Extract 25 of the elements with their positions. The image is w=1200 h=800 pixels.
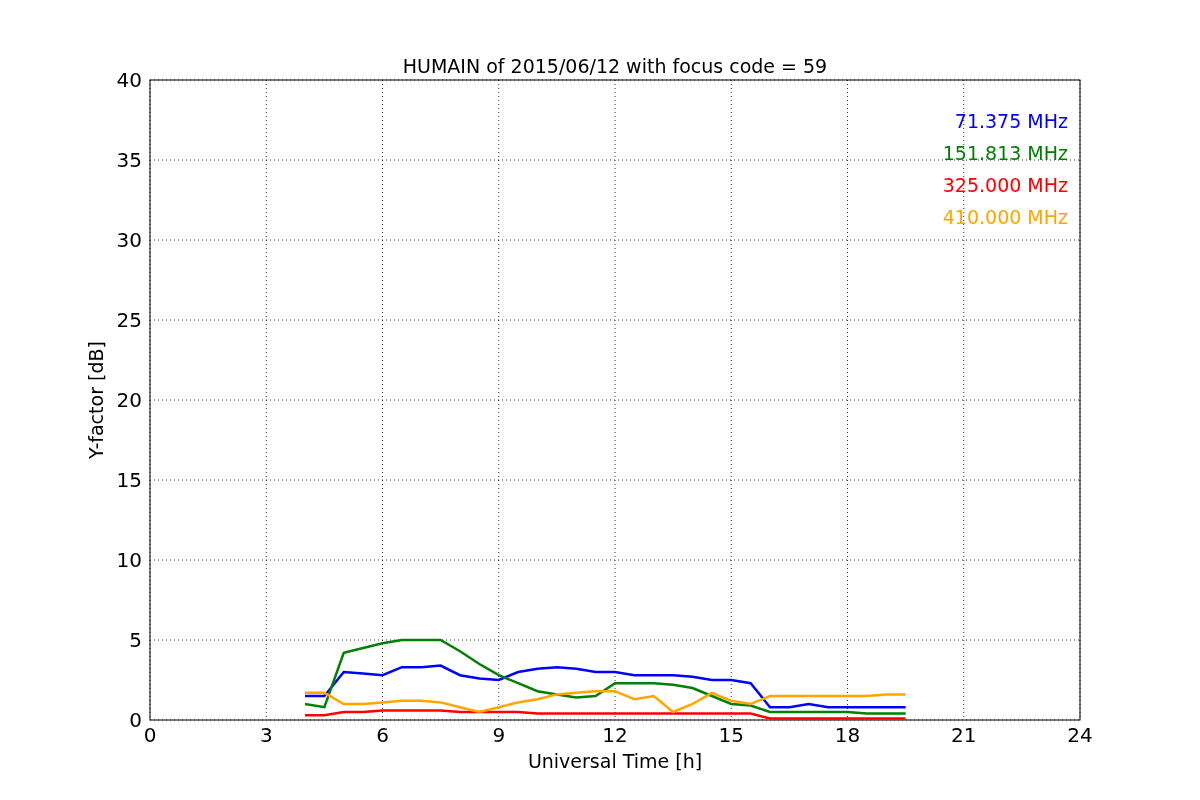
y-tick-label: 15 <box>116 468 142 492</box>
x-axis-label: Universal Time [h] <box>527 750 703 772</box>
x-tick-label: 6 <box>376 723 389 747</box>
x-tick-label: 9 <box>492 723 506 747</box>
x-tick-label: 12 <box>602 723 628 747</box>
legend-label: 71.375 MHz <box>954 110 1068 132</box>
x-tick-label: 15 <box>718 723 744 747</box>
x-tick-label: 24 <box>1067 723 1093 747</box>
y-tick-label: 10 <box>116 548 142 572</box>
y-tick-label: 30 <box>116 228 142 252</box>
y-tick-label: 0 <box>129 708 142 732</box>
legend-label: 151.813 MHz <box>942 142 1068 164</box>
x-tick-label: 21 <box>951 723 977 747</box>
x-tick-label: 18 <box>834 723 861 747</box>
x-tick-label: 0 <box>143 723 157 747</box>
legend-label: 325.000 MHz <box>942 174 1068 196</box>
x-tick-label: 3 <box>259 723 273 747</box>
y-axis-label: Y-factor [dB] <box>85 341 107 459</box>
legend-label: 410.000 MHz <box>942 206 1068 228</box>
y-tick-label: 35 <box>116 148 142 172</box>
y-tick-label: 5 <box>129 628 142 652</box>
chart-title: HUMAIN of 2015/06/12 with focus code = 59 <box>402 55 828 77</box>
y-tick-label: 40 <box>116 68 142 92</box>
y-tick-label: 25 <box>116 308 142 332</box>
y-tick-label: 20 <box>116 388 142 412</box>
